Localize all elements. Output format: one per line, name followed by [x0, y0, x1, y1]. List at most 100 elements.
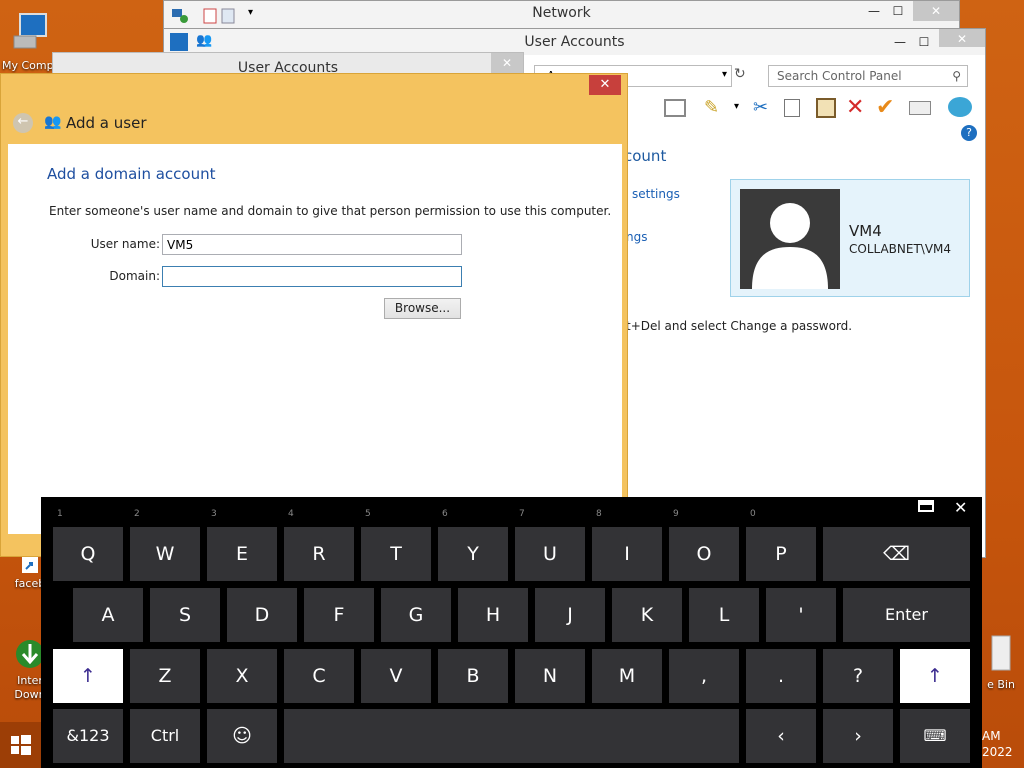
- desktop-icon-recycle-bin[interactable]: e Bin: [978, 630, 1024, 691]
- key-i[interactable]: 8I: [592, 509, 662, 581]
- start-button[interactable]: [0, 722, 41, 768]
- network-window[interactable]: ▾ Network — ☐ ✕: [163, 0, 960, 30]
- key-b[interactable]: B: [438, 649, 508, 703]
- key-comma[interactable]: ,: [669, 649, 739, 703]
- page-heading: count: [624, 147, 667, 165]
- key-k[interactable]: K: [612, 588, 682, 642]
- close-button[interactable]: ✕: [589, 75, 621, 95]
- key-label: I: [624, 543, 630, 565]
- key-d[interactable]: D: [227, 588, 297, 642]
- cut-icon[interactable]: ✂: [753, 97, 768, 118]
- key-label: Enter: [885, 605, 928, 624]
- key-f[interactable]: F: [304, 588, 374, 642]
- view-pane-icon[interactable]: [664, 99, 686, 117]
- search-placeholder: Search Control Panel: [777, 69, 902, 83]
- shift-left-key[interactable]: ↑: [53, 649, 123, 703]
- ctrl-key[interactable]: Ctrl: [130, 709, 200, 763]
- refresh-icon[interactable]: ↻: [734, 66, 746, 82]
- key-r[interactable]: 4R: [284, 509, 354, 581]
- close-button[interactable]: ✕: [939, 29, 985, 47]
- backspace-key[interactable]: ⌫: [823, 527, 970, 581]
- key-w[interactable]: 2W: [130, 509, 200, 581]
- dock-icon[interactable]: [918, 500, 934, 512]
- space-key[interactable]: [284, 709, 739, 763]
- paste-icon[interactable]: [816, 98, 836, 118]
- key-label: ⌫: [883, 543, 910, 565]
- key-period[interactable]: .: [746, 649, 816, 703]
- key-number-hint: 4: [288, 509, 294, 519]
- key-label: A: [101, 604, 115, 626]
- add-user-dialog[interactable]: ✕ ← 👥 Add a user Add a domain account En…: [0, 73, 628, 557]
- key-v[interactable]: V: [361, 649, 431, 703]
- chevron-down-icon[interactable]: ▾: [722, 69, 727, 80]
- close-button[interactable]: ✕: [913, 1, 959, 21]
- copy-icon[interactable]: [784, 99, 800, 117]
- user-domain: COLLABNET\VM4: [849, 242, 952, 256]
- key-j[interactable]: J: [535, 588, 605, 642]
- key-label: Z: [158, 665, 172, 687]
- key-g[interactable]: G: [381, 588, 451, 642]
- key-a[interactable]: A: [73, 588, 143, 642]
- properties-icon[interactable]: ✎: [704, 97, 719, 118]
- settings-link[interactable]: settings: [632, 187, 680, 201]
- window-title: User Accounts: [524, 34, 625, 50]
- checkmark-icon[interactable]: ✔: [876, 95, 894, 120]
- domain-field[interactable]: [162, 266, 462, 287]
- clock-date: 2022: [982, 745, 1013, 759]
- maximize-button[interactable]: ☐: [909, 32, 939, 52]
- key-e[interactable]: 3E: [207, 509, 277, 581]
- chevron-down-icon[interactable]: ▾: [734, 101, 739, 112]
- emoji-key[interactable]: ☺: [207, 709, 277, 763]
- key-o[interactable]: 9O: [669, 509, 739, 581]
- globe-icon[interactable]: [948, 97, 972, 117]
- shift-right-key[interactable]: ↑: [900, 649, 970, 703]
- user-card: VM4 COLLABNET\VM4: [730, 179, 970, 297]
- computer-icon: [13, 13, 47, 49]
- key-label: C: [312, 665, 326, 687]
- key-label: N: [542, 665, 558, 687]
- key-label: T: [390, 543, 402, 565]
- key-z[interactable]: Z: [130, 649, 200, 703]
- shortcut-icon: [22, 557, 38, 573]
- browse-button[interactable]: Browse...: [384, 298, 461, 319]
- enter-key[interactable]: Enter: [843, 588, 970, 642]
- key-u[interactable]: 7U: [515, 509, 585, 581]
- settings-link-2[interactable]: ngs: [626, 230, 647, 244]
- delete-icon[interactable]: ✕: [846, 95, 864, 120]
- key-q[interactable]: 1Q: [53, 509, 123, 581]
- rename-icon[interactable]: [909, 101, 931, 115]
- key-label: S: [178, 604, 192, 626]
- maximize-button[interactable]: ☐: [883, 1, 913, 21]
- key-l[interactable]: L: [689, 588, 759, 642]
- search-input[interactable]: Search Control Panel ⚲: [768, 65, 968, 87]
- close-button[interactable]: ✕: [491, 53, 523, 73]
- key-label: ↑: [927, 665, 943, 687]
- key-t[interactable]: 5T: [361, 509, 431, 581]
- key-question[interactable]: ?: [823, 649, 893, 703]
- symbols-key[interactable]: &123: [53, 709, 123, 763]
- key-label: F: [333, 604, 345, 626]
- key-x[interactable]: X: [207, 649, 277, 703]
- key-h[interactable]: H: [458, 588, 528, 642]
- key-y[interactable]: 6Y: [438, 509, 508, 581]
- key-p[interactable]: 0P: [746, 509, 816, 581]
- key-s[interactable]: S: [150, 588, 220, 642]
- username-field[interactable]: [162, 234, 462, 255]
- key-label: J: [567, 604, 573, 626]
- help-icon[interactable]: ?: [961, 125, 977, 141]
- key-m[interactable]: M: [592, 649, 662, 703]
- key-n[interactable]: N: [515, 649, 585, 703]
- right-arrow-key[interactable]: ›: [823, 709, 893, 763]
- back-button[interactable]: ←: [13, 113, 33, 133]
- desktop-icon-my-computer[interactable]: My Comp: [0, 10, 60, 72]
- close-icon[interactable]: ✕: [954, 498, 967, 517]
- keyboard-controls: ✕: [902, 497, 982, 521]
- key-label: Q: [80, 543, 96, 565]
- clock[interactable]: AM 2022: [982, 728, 1013, 760]
- users-icon: 👥: [44, 114, 62, 130]
- left-arrow-key[interactable]: ‹: [746, 709, 816, 763]
- touch-keyboard[interactable]: ✕ 1 Q 2 W 3 E 4 R 5 T 6 Y 7 U 8 I 9 O 0 P ⌫ A S D F G H J K L ' Enter ↑ Z…: [41, 497, 982, 768]
- key-c[interactable]: C: [284, 649, 354, 703]
- keyboard-switch-key[interactable]: ⌨: [900, 709, 970, 763]
- key-apostrophe[interactable]: ': [766, 588, 836, 642]
